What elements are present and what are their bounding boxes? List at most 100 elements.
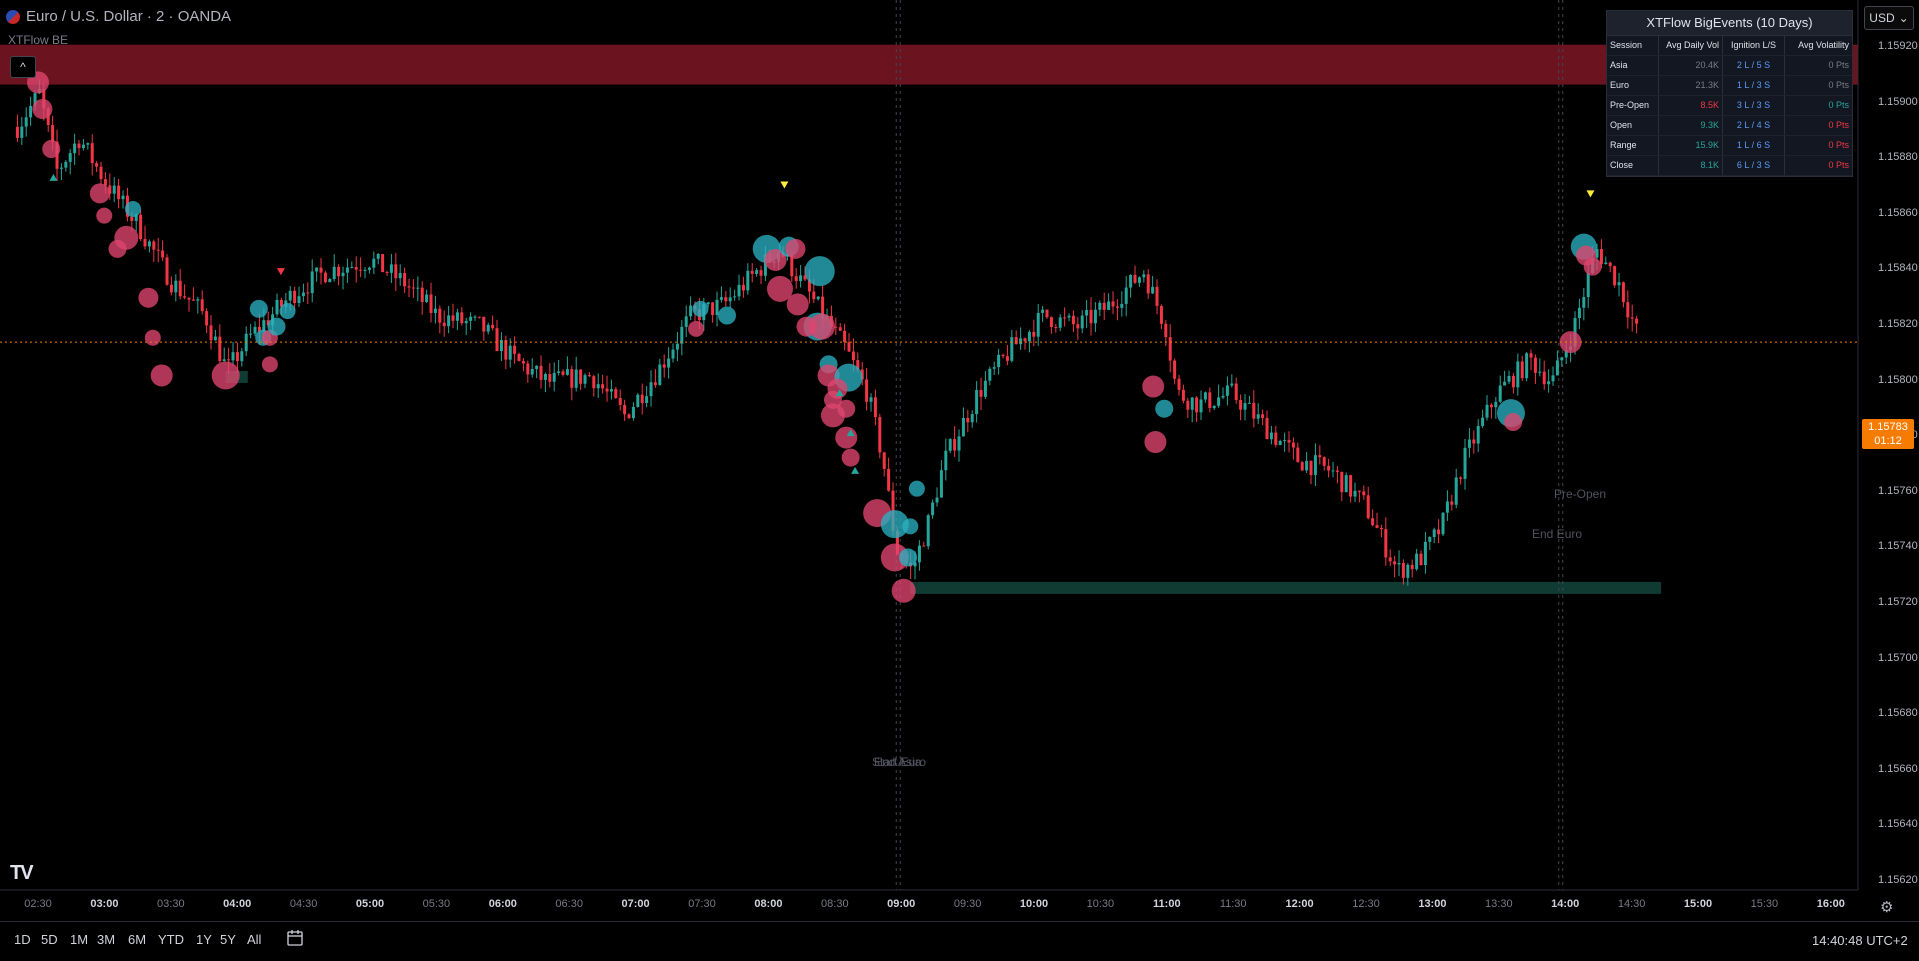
candle-up: [1432, 529, 1436, 538]
currency-flag-icon: [6, 9, 20, 24]
time-tick: 11:30: [1219, 898, 1247, 910]
candle-up: [1098, 302, 1102, 310]
candle-down: [1366, 495, 1370, 519]
candle-up: [530, 369, 534, 375]
range-button-3m[interactable]: 3M: [97, 932, 115, 947]
candle-up: [301, 292, 305, 297]
time-tick: 10:30: [1086, 898, 1115, 910]
header-session: Session: [1607, 36, 1659, 55]
volume-bubble-teal: [124, 200, 141, 217]
candle-up: [64, 161, 68, 168]
candle-up: [1555, 360, 1559, 376]
candle-down: [1472, 439, 1476, 444]
gear-icon[interactable]: ⚙: [1880, 898, 1893, 916]
candle-up: [1067, 315, 1071, 318]
range-button-6m[interactable]: 6M: [128, 932, 146, 947]
range-button-5y[interactable]: 5Y: [220, 932, 236, 947]
candle-down: [865, 379, 869, 402]
candle-down: [851, 351, 855, 361]
time-tick: 12:00: [1285, 898, 1314, 910]
candle-up: [961, 417, 965, 437]
range-button-ytd[interactable]: YTD: [158, 932, 184, 947]
volume-bubble-red: [108, 239, 127, 258]
range-button-5d[interactable]: 5D: [41, 932, 58, 947]
header-ignition: Ignition L/S: [1723, 36, 1785, 55]
indicator-name[interactable]: XTFlow BE: [8, 33, 68, 47]
range-button-1d[interactable]: 1D: [14, 932, 31, 947]
timezone-clock[interactable]: 14:40:48 UTC+2: [1812, 933, 1908, 948]
candle-up: [1476, 425, 1480, 444]
candle-down: [1388, 557, 1392, 562]
candle-up: [1604, 262, 1608, 265]
volume-bubble-red: [1504, 413, 1523, 432]
candle-up: [1041, 309, 1045, 313]
candle-up: [59, 167, 63, 169]
range-button-1y[interactable]: 1Y: [196, 932, 212, 947]
symbol-title: Euro / U.S. Dollar · 2 · OANDA: [26, 8, 232, 25]
collapse-indicators-button[interactable]: ^: [10, 56, 36, 78]
candle-down: [15, 126, 19, 138]
candle-down: [227, 359, 231, 361]
candle-down: [741, 284, 745, 291]
candle-down: [99, 166, 103, 180]
candle-down: [143, 238, 147, 247]
candle-up: [341, 272, 345, 277]
price-tick: 1.15740: [1878, 540, 1918, 553]
candle-up: [983, 380, 987, 397]
time-tick: 13:00: [1418, 898, 1447, 910]
candle-up: [469, 316, 473, 321]
time-tick: 05:00: [355, 898, 385, 910]
candle-down: [1023, 338, 1027, 342]
candle-down: [1239, 399, 1243, 410]
candle-up: [658, 364, 662, 386]
candle-down: [1287, 440, 1291, 443]
tradingview-logo[interactable]: TV: [10, 862, 34, 885]
candle-up: [315, 267, 319, 272]
candle-up: [1498, 385, 1502, 402]
candle-up: [1212, 405, 1216, 409]
candle-up: [1190, 397, 1194, 410]
candle-up: [1617, 282, 1621, 286]
candle-down: [1401, 562, 1405, 578]
candle-down: [354, 267, 358, 270]
symbol-header[interactable]: Euro / U.S. Dollar · 2 · OANDA: [6, 8, 231, 25]
candle-up: [675, 343, 679, 350]
candle-up: [596, 384, 600, 389]
candle-up: [363, 269, 367, 271]
range-button-1m[interactable]: 1M: [70, 932, 88, 947]
candle-down: [1529, 353, 1533, 358]
candle-down: [1613, 266, 1617, 286]
session-label-pre-open: Pre-Open: [1554, 487, 1607, 501]
candle-up: [816, 296, 820, 300]
time-tick: 14:00: [1551, 898, 1580, 910]
candle-down: [1014, 337, 1018, 345]
price-tick: 1.15800: [1878, 373, 1918, 386]
candle-up: [957, 436, 961, 451]
candle-down: [1371, 518, 1375, 526]
time-tick: 14:30: [1617, 898, 1646, 910]
candle-up: [557, 371, 561, 373]
currency-selector[interactable]: USD ⌄: [1864, 6, 1914, 30]
candle-up: [486, 324, 490, 332]
price-tick: 1.15920: [1878, 40, 1918, 52]
table-cell-ign: 2 L / 5 S: [1723, 56, 1785, 75]
candle-up: [975, 390, 979, 415]
volume-bubble-red: [841, 448, 860, 467]
candle-up: [719, 297, 723, 300]
table-cell-vol: 21.3K: [1659, 76, 1723, 95]
calendar-goto-icon[interactable]: [285, 928, 305, 948]
volume-bubble-teal: [249, 299, 268, 318]
candle-down: [838, 327, 842, 331]
time-tick: 10:00: [1019, 898, 1049, 910]
candle-down: [1146, 274, 1150, 294]
candle-down: [1437, 529, 1441, 535]
candle-down: [1208, 392, 1212, 409]
table-title: XTFlow BigEvents (10 Days): [1607, 11, 1852, 36]
candle-down: [337, 266, 341, 277]
candle-up: [1283, 440, 1287, 442]
volume-bubble-red: [89, 183, 110, 204]
range-button-all[interactable]: All: [247, 932, 261, 947]
candle-up: [174, 280, 178, 293]
candle-down: [165, 257, 169, 285]
candle-up: [1423, 541, 1427, 566]
